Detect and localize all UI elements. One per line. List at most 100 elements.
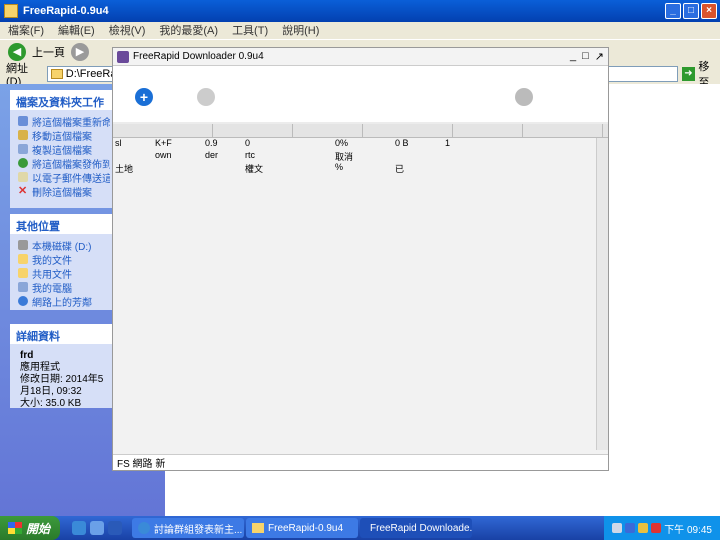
- start-button[interactable]: 開始: [0, 516, 60, 540]
- task-copy[interactable]: 複製這個檔案: [18, 142, 110, 156]
- media-player-icon[interactable]: [108, 521, 122, 535]
- place-local-disk[interactable]: 本機磁碟 (D:): [18, 238, 110, 252]
- taskbar-button-freerapid[interactable]: FreeRapid Downloade...: [360, 518, 472, 538]
- app-minimize-button[interactable]: _: [570, 50, 576, 63]
- place-my-documents[interactable]: 我的文件: [18, 252, 110, 266]
- keyboard-icon[interactable]: [612, 523, 623, 533]
- task-delete[interactable]: ✕ 刪除這個檔案: [18, 184, 110, 199]
- file-tasks-panel: 檔案及資料夾工作 將這個檔案重新命名 移動這個檔案 複製這個檔案 將這個檔案發佈…: [10, 90, 112, 208]
- cell: [113, 150, 153, 162]
- menu-edit[interactable]: 編輯(E): [58, 22, 95, 38]
- cell: [443, 162, 483, 174]
- folder-icon: [252, 523, 264, 533]
- menu-help[interactable]: 說明(H): [282, 22, 319, 38]
- desktop-icon[interactable]: [90, 521, 104, 535]
- col-header[interactable]: [453, 124, 523, 137]
- move-icon: [18, 130, 28, 140]
- app-close-button[interactable]: ↗: [595, 50, 604, 63]
- cell: 權文: [245, 164, 264, 174]
- cell: 0: [245, 138, 251, 148]
- network-icon[interactable]: [625, 523, 636, 533]
- back-arrow-icon[interactable]: ◀: [8, 42, 26, 61]
- place-network[interactable]: 網路上的芳鄰: [18, 294, 110, 308]
- col-header[interactable]: [293, 124, 363, 137]
- cell: 土地: [115, 164, 134, 174]
- antivirus-icon[interactable]: [651, 523, 662, 533]
- vertical-scrollbar[interactable]: [596, 138, 608, 450]
- network-globe-icon: [18, 296, 28, 306]
- place-shared-documents[interactable]: 共用文件: [18, 266, 110, 280]
- cell: 1: [445, 138, 451, 148]
- resume-button[interactable]: [197, 88, 215, 106]
- table-row[interactable]: sl K+F 0.9 0 0% 0 B 1: [113, 138, 608, 150]
- details-title[interactable]: 詳細資料: [10, 324, 112, 344]
- freerapid-window: FreeRapid Downloader 0.9u4 _ □ ↗ + sl K+…: [112, 47, 609, 471]
- app-maximize-button[interactable]: □: [582, 50, 589, 63]
- menu-tools[interactable]: 工具(T): [232, 22, 268, 38]
- cell: 0%: [335, 138, 349, 148]
- cell: [153, 162, 203, 174]
- col-header[interactable]: [363, 124, 453, 137]
- other-places-panel: 其他位置 本機磁碟 (D:) 我的文件 共用文件 我的電腦 網路上的芳鄰: [10, 214, 112, 310]
- taskbar-button-browser[interactable]: 討論群組發表新主...: [132, 518, 244, 538]
- copy-icon: [18, 144, 28, 154]
- cell: own: [155, 150, 172, 160]
- folder-icon: [4, 4, 18, 18]
- detail-type: 應用程式: [20, 362, 60, 373]
- detail-size: 大小: 35.0 KB: [20, 398, 82, 409]
- globe-icon: [18, 158, 28, 168]
- tray-icon[interactable]: [638, 523, 649, 533]
- table-row[interactable]: own der rtc 取消: [113, 150, 608, 162]
- computer-icon: [18, 282, 28, 292]
- cell: rtc: [245, 150, 255, 160]
- details-panel: 詳細資料 frd 應用程式 修改日期: 2014年5月18日, 09:32 大小…: [10, 324, 112, 409]
- close-button[interactable]: ×: [701, 3, 717, 19]
- download-app-icon: [117, 50, 129, 63]
- table-row[interactable]: 土地 權文 % 已: [113, 162, 608, 174]
- freerapid-titlebar: FreeRapid Downloader 0.9u4 _ □ ↗: [113, 48, 608, 66]
- go-arrow-icon: ➜: [681, 67, 696, 81]
- add-download-button[interactable]: +: [135, 88, 153, 106]
- folder-icon: [18, 254, 28, 264]
- cell: %: [335, 162, 344, 172]
- status-text: FS 網路 新: [117, 459, 166, 470]
- folder-icon: [18, 268, 28, 278]
- task-email[interactable]: 以電子郵件傳送這個檔: [18, 170, 110, 184]
- forward-arrow-icon[interactable]: ▶: [71, 42, 89, 61]
- download-grid: sl K+F 0.9 0 0% 0 B 1 own der rtc 取消 土地 …: [113, 124, 608, 454]
- task-move[interactable]: 移動這個檔案: [18, 128, 110, 142]
- menu-bar: 檔案(F) 編輯(E) 檢視(V) 我的最愛(A) 工具(T) 說明(H): [0, 22, 720, 38]
- stop-button[interactable]: [515, 88, 533, 106]
- other-places-title[interactable]: 其他位置: [10, 214, 112, 234]
- menu-file[interactable]: 檔案(F): [8, 22, 44, 38]
- cell: 0.9: [205, 138, 218, 148]
- task-rename[interactable]: 將這個檔案重新命名: [18, 114, 110, 128]
- back-label[interactable]: 上一頁: [32, 44, 65, 60]
- explorer-titlebar: FreeRapid-0.9u4 _ □ ×: [0, 0, 720, 22]
- menu-favorites[interactable]: 我的最愛(A): [159, 22, 218, 38]
- file-tasks-title[interactable]: 檔案及資料夾工作: [10, 90, 112, 110]
- freerapid-toolbar: +: [113, 66, 608, 122]
- grid-header: [113, 124, 608, 138]
- taskbar-button-explorer[interactable]: FreeRapid-0.9u4: [246, 518, 358, 538]
- cell: sl: [115, 138, 122, 148]
- freerapid-title: FreeRapid Downloader 0.9u4: [133, 51, 264, 62]
- col-header[interactable]: [113, 124, 213, 137]
- task-publish[interactable]: 將這個檔案發佈到網: [18, 156, 110, 170]
- freerapid-statusbar: FS 網路 新: [113, 454, 608, 470]
- maximize-button[interactable]: □: [683, 3, 699, 19]
- system-tray: 下午 09:45: [604, 516, 720, 540]
- col-header[interactable]: [523, 124, 603, 137]
- detail-modified: 修改日期: 2014年5月18日, 09:32: [20, 374, 104, 397]
- cell: der: [205, 150, 219, 160]
- cell: 0 B: [395, 138, 409, 148]
- menu-view[interactable]: 檢視(V): [109, 22, 146, 38]
- quick-launch: [72, 521, 122, 535]
- minimize-button[interactable]: _: [665, 3, 681, 19]
- ie-icon[interactable]: [72, 521, 86, 535]
- window-title: FreeRapid-0.9u4: [23, 5, 109, 17]
- col-header[interactable]: [213, 124, 293, 137]
- clock[interactable]: 下午 09:45: [664, 521, 712, 536]
- place-my-computer[interactable]: 我的電腦: [18, 280, 110, 294]
- start-label: 開始: [26, 521, 51, 536]
